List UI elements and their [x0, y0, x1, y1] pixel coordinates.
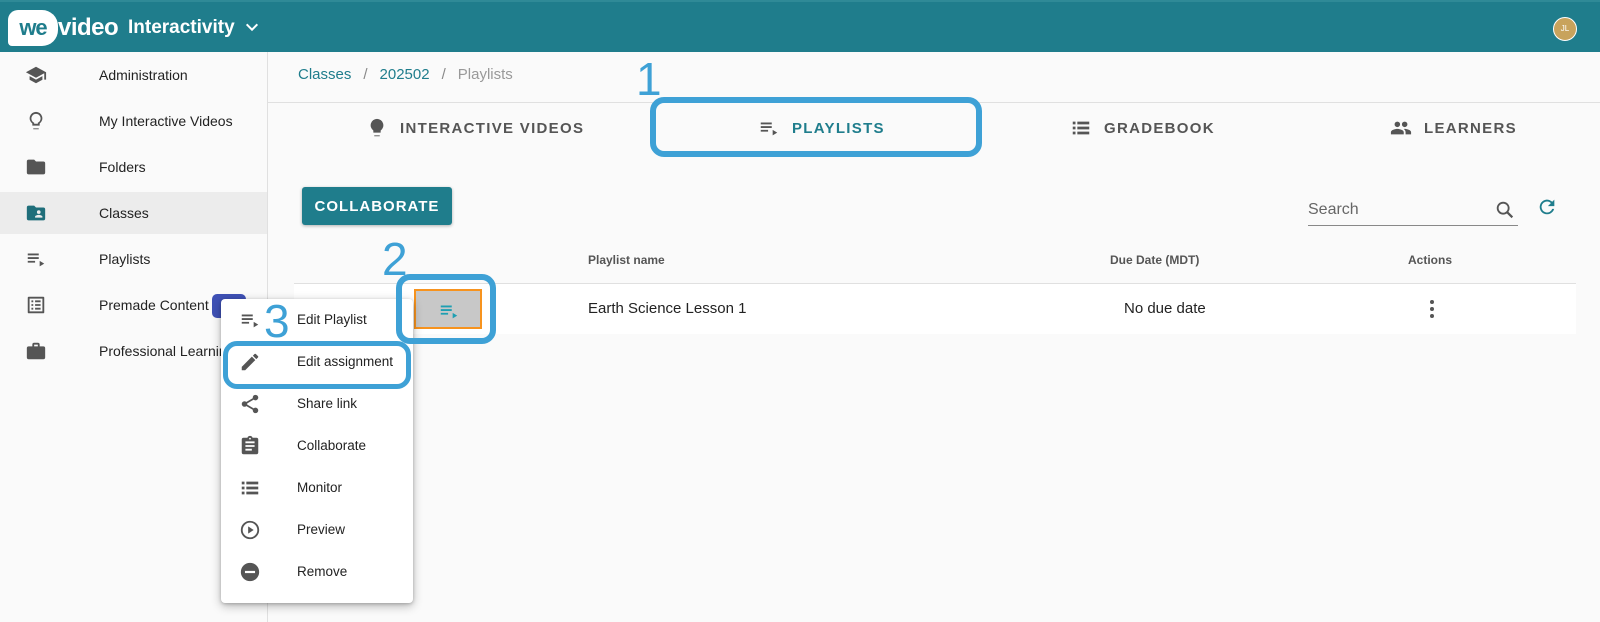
- tab-gradebook[interactable]: GRADEBOOK: [1070, 108, 1215, 148]
- callout-box-playlists-tab: [650, 97, 982, 157]
- menu-item-collaborate[interactable]: Collaborate: [221, 425, 413, 467]
- menu-item-remove[interactable]: Remove: [221, 551, 413, 593]
- avatar[interactable]: JL: [1553, 17, 1577, 41]
- search-box: [1308, 196, 1518, 226]
- sidebar-item-administration[interactable]: Administration: [0, 54, 267, 96]
- sidebar-item-my-interactive-videos[interactable]: My Interactive Videos: [0, 100, 267, 142]
- tab-label: INTERACTIVE VIDEOS: [400, 119, 585, 137]
- share-icon: [241, 394, 259, 414]
- logo-we: we: [8, 10, 58, 46]
- breadcrumb-current: Playlists: [457, 66, 513, 83]
- search-icon[interactable]: [1494, 199, 1516, 221]
- playlist-icon: [27, 253, 45, 267]
- playlist-icon: [241, 314, 259, 328]
- play-circle-icon: [240, 520, 260, 540]
- shared-folder-icon: [26, 205, 46, 221]
- people-icon: [1390, 121, 1412, 135]
- column-header-due-date[interactable]: Due Date (MDT): [1110, 236, 1199, 284]
- callout-box-edit-assignment: [223, 341, 411, 389]
- lightbulb-icon: [370, 118, 384, 137]
- sidebar-item-folders[interactable]: Folders: [0, 146, 267, 188]
- sidebar-item-label: Administration: [99, 67, 188, 83]
- breadcrumb: Classes / 202502 / Playlists: [298, 66, 513, 83]
- briefcase-icon: [26, 342, 46, 360]
- folder-icon: [26, 159, 46, 175]
- tab-interactive-videos[interactable]: INTERACTIVE VIDEOS: [366, 108, 584, 148]
- menu-item-share-link[interactable]: Share link: [221, 383, 413, 425]
- menu-item-label: Share link: [297, 396, 358, 411]
- tab-label: LEARNERS: [1424, 119, 1517, 137]
- menu-item-label: Remove: [297, 564, 348, 579]
- column-header-actions: Actions: [1408, 253, 1453, 267]
- remove-circle-icon: [240, 562, 260, 582]
- menu-item-label: Edit Playlist: [297, 312, 367, 327]
- sidebar-item-label: Playlists: [99, 251, 151, 267]
- column-header-playlist-name[interactable]: Playlist name: [588, 236, 665, 284]
- clipboard-icon: [241, 435, 259, 455]
- sidebar-item-label: Classes: [99, 205, 149, 221]
- due-date: No due date: [1124, 300, 1206, 317]
- school-icon: [25, 66, 47, 84]
- breadcrumb-separator: /: [363, 66, 368, 83]
- menu-item-monitor[interactable]: Monitor: [221, 467, 413, 509]
- callout-box-thumbnail: [396, 274, 496, 344]
- callout-number-1: 1: [636, 53, 662, 105]
- menu-item-edit-playlist[interactable]: Edit Playlist: [221, 299, 413, 341]
- menu-item-label: Collaborate: [297, 438, 367, 453]
- wevideo-logo[interactable]: we video: [8, 8, 119, 48]
- sidebar-item-label: My Interactive Videos: [99, 113, 233, 129]
- app-title[interactable]: Interactivity: [128, 2, 235, 54]
- callout-number-3: 3: [264, 295, 290, 347]
- tab-label: GRADEBOOK: [1104, 119, 1215, 137]
- breadcrumb-classes[interactable]: Classes: [298, 66, 351, 83]
- list-icon: [241, 481, 259, 495]
- search-input[interactable]: [1308, 196, 1488, 224]
- more-vert-icon[interactable]: [1420, 297, 1444, 321]
- callout-number-2: 2: [382, 233, 408, 285]
- collaborate-button[interactable]: COLLABORATE: [302, 187, 452, 225]
- sidebar-item-classes[interactable]: Classes: [0, 192, 267, 234]
- list-icon: [1072, 121, 1090, 135]
- sidebar-item-label: Professional Learnin: [99, 343, 227, 359]
- sidebar-item-playlists[interactable]: Playlists: [0, 238, 267, 280]
- lightbulb-icon: [29, 111, 43, 130]
- chevron-down-icon[interactable]: [244, 19, 260, 35]
- sidebar-item-label: Premade Content: [99, 297, 209, 313]
- breadcrumb-class-202502[interactable]: 202502: [380, 66, 430, 83]
- playlist-name[interactable]: Earth Science Lesson 1: [588, 284, 746, 334]
- logo-video: video: [58, 14, 119, 41]
- tab-learners[interactable]: LEARNERS: [1390, 108, 1517, 148]
- top-bar: we video Interactivity JL: [0, 0, 1600, 52]
- list-alt-icon: [27, 296, 45, 314]
- refresh-icon[interactable]: [1536, 196, 1558, 218]
- menu-item-label: Monitor: [297, 480, 343, 495]
- menu-item-preview[interactable]: Preview: [221, 509, 413, 551]
- breadcrumb-separator: /: [441, 66, 446, 83]
- sidebar-item-label: Folders: [99, 159, 146, 175]
- menu-item-label: Preview: [297, 522, 346, 537]
